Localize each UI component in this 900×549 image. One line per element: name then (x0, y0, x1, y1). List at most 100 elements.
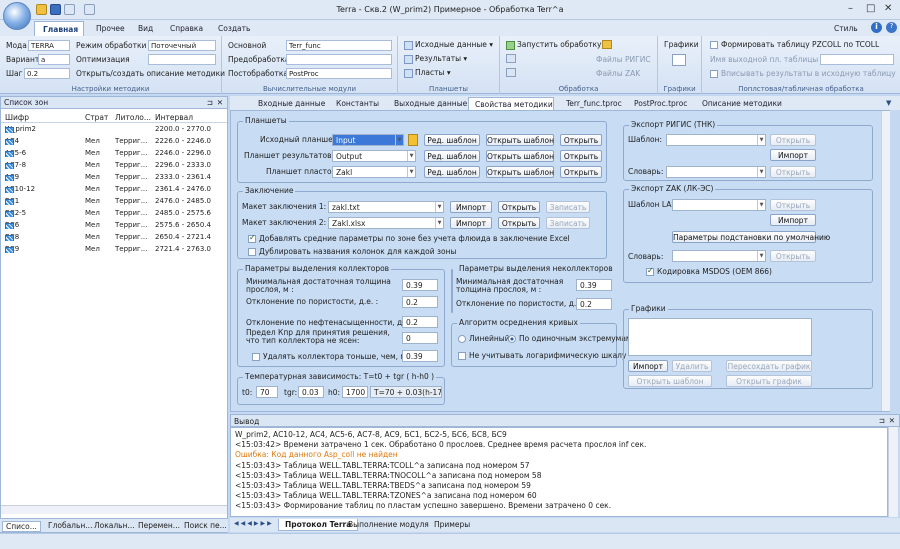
conclusion-layout2-select[interactable]: Zakl.xlsx ▼ (328, 217, 444, 229)
collectors-kpr-input[interactable]: 0 (402, 332, 438, 344)
default-substitution-button[interactable]: Параметры подстановки по умолчанию (672, 231, 830, 243)
remove-thin-checkbox[interactable]: Удалять коллектора тоньше, чем, м: (252, 352, 409, 361)
zak-files-button[interactable]: Файлы ZAK (596, 69, 640, 78)
doc-tab-constants[interactable]: Константы (330, 97, 385, 110)
info-icon[interactable]: i (871, 22, 882, 33)
zak-dict-open-button[interactable]: Открыть (770, 250, 816, 262)
source-plate-select[interactable]: Input ▼ (332, 134, 404, 146)
run-processing-button[interactable]: Запустить обработку ▾ (506, 40, 608, 50)
edit-template-button[interactable]: Ред. шаблон (424, 166, 480, 178)
source-data-button[interactable]: Исходные данные ▾ (404, 40, 493, 50)
charts-import-button[interactable]: Импорт (628, 360, 668, 372)
ignore-log-scale-checkbox[interactable]: Не учитывать логарифмическую шкалу (458, 351, 626, 360)
chart-icon[interactable] (672, 54, 686, 66)
tab-create[interactable]: Создать (210, 21, 258, 36)
optimization-combo[interactable] (148, 54, 216, 65)
import-button[interactable]: Импорт (450, 217, 492, 229)
layers-plate-select[interactable]: Zakl ▼ (332, 166, 416, 178)
step-combo[interactable]: 0.2 (24, 68, 70, 79)
tab-help[interactable]: Справка (162, 21, 211, 36)
noncollectors-min-thickness-input[interactable]: 0.39 (576, 279, 612, 291)
open-button[interactable]: Открыть (498, 201, 540, 213)
open-template-button[interactable]: Открыть шаблон (486, 150, 554, 162)
tab-nav-arrows-icon[interactable]: ◀◀◀▶▶▶ (234, 520, 274, 527)
zak-las-select[interactable]: ▼ (672, 199, 766, 211)
column-header[interactable]: Литоло... (115, 113, 151, 122)
open-template-button[interactable]: Открыть шаблон (486, 166, 554, 178)
table-row[interactable]: АС4 Мел Терриг... 2226.0 - 2246.0 (1, 135, 227, 147)
tab-global[interactable]: Глобальн... (48, 521, 92, 530)
column-header[interactable]: Интервал (155, 113, 193, 122)
doc-tab-description[interactable]: Описание методики (696, 97, 788, 110)
vertical-scrollbar[interactable] (881, 111, 890, 411)
document-icon[interactable] (506, 68, 516, 77)
save-icon[interactable] (50, 4, 61, 15)
tab-list-chevron-icon[interactable]: ▼ (886, 99, 891, 107)
undo-icon[interactable] (64, 4, 75, 15)
table-row[interactable]: АС7-8 Мел Терриг... 2296.0 - 2333.0 (1, 159, 227, 171)
doc-tab-output[interactable]: Выходные данные (388, 97, 473, 110)
collectors-min-thickness-input[interactable]: 0.39 (402, 279, 438, 291)
doc-tab-method-props[interactable]: Свойства методики (468, 97, 554, 110)
close-panel-icon[interactable]: ✕ (217, 98, 223, 107)
h0-input[interactable]: 1700 (342, 386, 368, 398)
layers-button[interactable]: Пласты ▾ (404, 68, 451, 78)
variant-combo[interactable]: а (38, 54, 70, 65)
open-button[interactable]: Открыть (498, 217, 540, 229)
maximize-icon[interactable]: □ (866, 3, 875, 14)
table-row[interactable]: БС8 Мел Терриг... 2650.4 - 2721.4 (1, 231, 227, 243)
horizontal-scrollbar[interactable] (1, 505, 227, 514)
tab-other[interactable]: Прочее (88, 21, 133, 36)
preprocessing-combo[interactable] (286, 54, 392, 65)
close-icon[interactable]: ✕ (884, 3, 892, 14)
charts-open-chart-button[interactable]: Открыть график (726, 375, 812, 387)
results-button[interactable]: Результаты ▾ (404, 54, 467, 64)
t0-input[interactable]: 70 (256, 386, 278, 398)
tab-search[interactable]: Поиск пе... (184, 521, 227, 530)
table-row[interactable]: АС10-12 Мел Терриг... 2361.4 - 2476.0 (1, 183, 227, 195)
open-folder-icon[interactable] (36, 4, 47, 15)
msdos-encoding-checkbox[interactable]: Кодировка MSDOS (OEM 866) (646, 266, 772, 276)
remove-thin-input[interactable]: 0.39 (402, 350, 438, 362)
doc-tab-input[interactable]: Входные данные (252, 97, 331, 110)
tab-main[interactable]: Главная (34, 21, 84, 36)
output-table-name-input[interactable] (820, 54, 894, 65)
charts-open-template-button[interactable]: Открыть шаблон (628, 375, 712, 387)
collectors-porosity-input[interactable]: 0.2 (402, 296, 438, 308)
tab-zone-list[interactable]: Списо... (2, 521, 41, 532)
redo-icon[interactable] (84, 4, 95, 15)
style-menu[interactable]: Стиль (834, 21, 866, 36)
table-row[interactable]: АС9 Мел Терриг... 2333.0 - 2361.4 (1, 171, 227, 183)
folder-icon[interactable] (602, 40, 612, 49)
edit-template-button[interactable]: Ред. шаблон (424, 134, 480, 146)
output-scrollbar[interactable] (888, 427, 898, 517)
rigis-files-button[interactable]: Файлы РИГИС (596, 55, 651, 64)
rigis-dict-open-button[interactable]: Открыть (770, 166, 816, 178)
noncollectors-porosity-input[interactable]: 0.2 (576, 298, 612, 310)
zak-import-button[interactable]: Импорт (770, 214, 816, 226)
document-icon[interactable] (506, 54, 516, 63)
tab-module-execution[interactable]: Выполнение модуля (342, 519, 435, 531)
import-button[interactable]: Импорт (450, 201, 492, 213)
rigis-template-select[interactable]: ▼ (666, 134, 766, 146)
linear-radio[interactable]: Линейный (458, 334, 510, 343)
write-button[interactable]: Записать (546, 217, 590, 229)
column-header[interactable]: Шифр (5, 113, 29, 122)
conclusion-layout1-select[interactable]: zakl.txt ▼ (328, 201, 444, 213)
open-template-button[interactable]: Открыть шаблон (486, 134, 554, 146)
table-row[interactable]: БС9 Мел Терриг... 2721.4 - 2763.0 (1, 243, 227, 255)
tab-view[interactable]: Вид (130, 21, 161, 36)
write-results-checkbox[interactable]: Вписывать результаты в исходную таблицу (710, 69, 896, 78)
charts-delete-button[interactable]: Удалить (672, 360, 712, 372)
table-row[interactable]: БС1 Мел Терриг... 2476.0 - 2485.0 (1, 195, 227, 207)
zak-dict-select[interactable]: ▼ (672, 250, 766, 262)
rigis-open-button[interactable]: Открыть (770, 134, 816, 146)
core-module-combo[interactable]: Terr_func (286, 40, 392, 51)
rigis-dict-select[interactable]: ▼ (666, 166, 766, 178)
open-button[interactable]: Открыть (560, 166, 602, 178)
open-button[interactable]: Открыть (560, 134, 602, 146)
rigis-import-button[interactable]: Импорт (770, 149, 816, 161)
form-table-checkbox[interactable]: Формировать таблицу PZCOLL по TCOLL (710, 40, 879, 49)
charts-button[interactable]: Графики (664, 40, 699, 49)
tgr-input[interactable]: 0.03 (298, 386, 324, 398)
